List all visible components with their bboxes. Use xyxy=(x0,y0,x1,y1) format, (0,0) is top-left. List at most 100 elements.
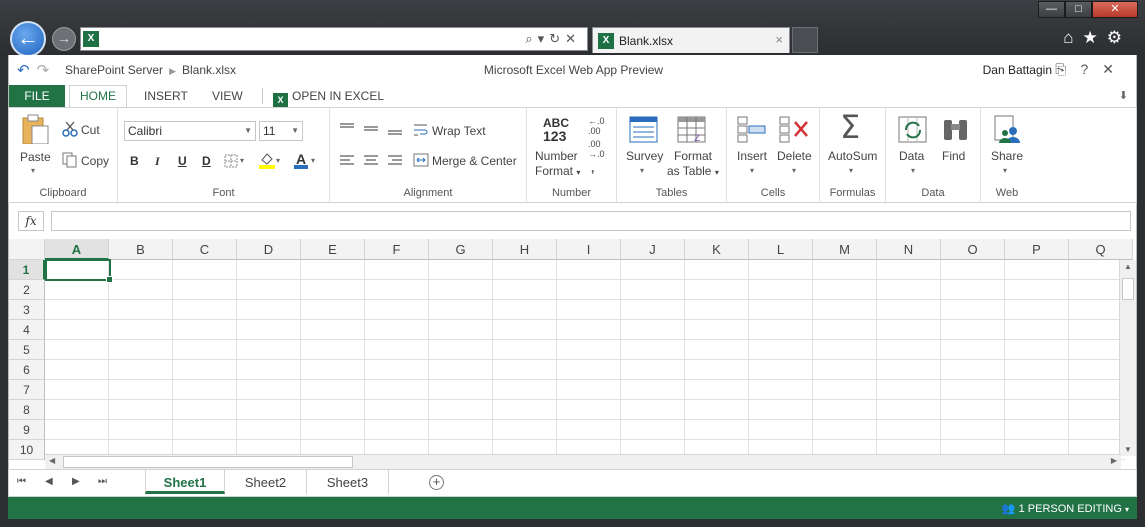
paste-dropdown-icon[interactable]: ▾ xyxy=(31,166,35,175)
font-name-select[interactable]: Calibri ▼ xyxy=(124,121,256,141)
horizontal-scroll-thumb[interactable] xyxy=(63,456,353,468)
select-all-corner[interactable] xyxy=(9,239,45,260)
tab-view[interactable]: VIEW xyxy=(212,85,243,107)
vertical-scrollbar[interactable]: ▲ ▼ xyxy=(1119,260,1136,456)
row-header[interactable]: 3 xyxy=(9,300,45,320)
scroll-up-icon[interactable]: ▲ xyxy=(1120,262,1136,271)
new-tab-button[interactable] xyxy=(792,27,818,53)
comma-style-icon[interactable]: , xyxy=(591,161,594,175)
cut-label[interactable]: Cut xyxy=(81,123,100,137)
format-as-table-label-2[interactable]: as Table ▾ xyxy=(667,164,719,178)
column-header[interactable]: L xyxy=(749,239,813,260)
tab-close-icon[interactable]: × xyxy=(775,32,783,47)
row-header[interactable]: 10 xyxy=(9,440,45,460)
sheet-tab-sheet2[interactable]: Sheet2 xyxy=(225,470,307,494)
row-header[interactable]: 4 xyxy=(9,320,45,340)
merge-center-icon[interactable] xyxy=(413,153,429,167)
column-header[interactable]: K xyxy=(685,239,749,260)
survey-dropdown-icon[interactable]: ▾ xyxy=(640,166,644,175)
insert-cells-icon[interactable] xyxy=(737,116,767,146)
refresh-icon[interactable]: ↻ xyxy=(549,31,565,46)
font-size-select[interactable]: 11 ▼ xyxy=(259,121,303,141)
column-header[interactable]: P xyxy=(1005,239,1069,260)
sigma-icon[interactable]: Σ xyxy=(840,108,860,146)
pin-ribbon-icon[interactable]: ⬇ xyxy=(1119,89,1128,102)
row-header[interactable]: 9 xyxy=(9,420,45,440)
column-header[interactable]: F xyxy=(365,239,429,260)
format-as-table-label[interactable]: Format xyxy=(674,149,712,163)
clipboard-settings-icon[interactable]: ⎘ xyxy=(1055,61,1080,77)
data-dropdown-icon[interactable]: ▾ xyxy=(911,166,915,175)
column-header[interactable]: A xyxy=(45,239,109,260)
binoculars-icon[interactable] xyxy=(941,116,971,146)
increase-decimal-icon[interactable]: ←.0.00 xyxy=(588,116,605,136)
paste-icon[interactable] xyxy=(20,114,50,144)
sheet-tab-sheet3[interactable]: Sheet3 xyxy=(307,470,389,494)
double-underline-button[interactable]: D xyxy=(202,154,211,168)
borders-dropdown-icon[interactable]: ▾ xyxy=(240,156,244,165)
star-icon[interactable]: ★ xyxy=(1083,28,1107,47)
column-header[interactable]: N xyxy=(877,239,941,260)
close-icon[interactable]: ✕ xyxy=(1102,61,1128,77)
horizontal-align-icons[interactable] xyxy=(340,154,406,168)
active-cell[interactable] xyxy=(45,259,113,283)
editing-status[interactable]: 👥 1 PERSON EDITING ▾ xyxy=(1002,502,1129,515)
share-label[interactable]: Share xyxy=(991,149,1023,163)
insert-label[interactable]: Insert xyxy=(737,149,767,163)
cell-area[interactable] xyxy=(45,260,1125,460)
find-label[interactable]: Find xyxy=(942,149,965,163)
column-header[interactable]: B xyxy=(109,239,173,260)
vertical-align-icons[interactable] xyxy=(340,122,406,136)
wrap-text-label[interactable]: Wrap Text xyxy=(432,124,486,138)
delete-cells-icon[interactable] xyxy=(779,116,809,146)
formula-input[interactable] xyxy=(51,211,1131,231)
column-header[interactable]: H xyxy=(493,239,557,260)
merge-center-label[interactable]: Merge & Center xyxy=(432,154,517,168)
insert-dropdown-icon[interactable]: ▾ xyxy=(750,166,754,175)
vertical-scroll-thumb[interactable] xyxy=(1122,278,1134,300)
fill-color-icon[interactable] xyxy=(258,151,276,169)
wrap-text-icon[interactable] xyxy=(413,123,429,137)
font-color-dropdown-icon[interactable]: ▾ xyxy=(311,156,315,165)
data-refresh-icon[interactable] xyxy=(898,116,928,146)
next-sheet-icon[interactable]: ▶ xyxy=(72,476,80,487)
column-header[interactable]: J xyxy=(621,239,685,260)
delete-dropdown-icon[interactable]: ▾ xyxy=(792,166,796,175)
font-color-button[interactable]: A xyxy=(294,151,308,169)
decrease-decimal-icon[interactable]: .00 →.0 xyxy=(588,139,605,159)
gear-icon[interactable]: ⚙ xyxy=(1107,28,1131,47)
row-header[interactable]: 8 xyxy=(9,400,45,420)
paste-label[interactable]: Paste xyxy=(20,150,51,164)
tab-file[interactable]: FILE xyxy=(9,85,65,107)
number-format-label-2[interactable]: Format ▾ xyxy=(535,164,580,178)
last-sheet-icon[interactable]: ⏭ xyxy=(98,476,107,487)
column-header[interactable]: E xyxy=(301,239,365,260)
sheet-tab-sheet1[interactable]: Sheet1 xyxy=(145,470,225,494)
borders-icon[interactable] xyxy=(224,154,240,168)
tab-home[interactable]: HOME xyxy=(69,85,127,108)
forward-button[interactable]: → xyxy=(52,27,76,51)
column-header[interactable]: Q xyxy=(1069,239,1133,260)
close-window-button[interactable]: ✕ xyxy=(1092,1,1138,18)
column-header[interactable]: O xyxy=(941,239,1005,260)
fill-color-dropdown-icon[interactable]: ▾ xyxy=(276,156,280,165)
share-icon[interactable] xyxy=(993,115,1023,145)
minimize-button[interactable]: — xyxy=(1038,1,1065,18)
help-icon[interactable]: ? xyxy=(1080,61,1102,77)
horizontal-scrollbar[interactable]: ◀ ▶ xyxy=(45,454,1121,469)
stop-icon[interactable]: ✕ xyxy=(565,31,581,46)
data-label[interactable]: Data xyxy=(899,149,924,163)
cut-icon[interactable] xyxy=(62,121,78,137)
column-header[interactable]: I xyxy=(557,239,621,260)
dropdown-icon[interactable]: ▾ xyxy=(538,31,550,46)
row-header[interactable]: 6 xyxy=(9,360,45,380)
open-in-excel-button[interactable]: X OPEN IN EXCEL xyxy=(273,85,384,108)
prev-sheet-icon[interactable]: ◀ xyxy=(45,476,53,487)
row-header[interactable]: 1 xyxy=(9,260,45,280)
first-sheet-icon[interactable]: ⏮ xyxy=(17,476,26,487)
row-header[interactable]: 5 xyxy=(9,340,45,360)
survey-icon[interactable] xyxy=(629,116,659,146)
search-icon[interactable]: ⌕ xyxy=(525,31,537,46)
back-button[interactable]: ← xyxy=(10,21,46,57)
autosum-dropdown-icon[interactable]: ▾ xyxy=(849,166,853,175)
